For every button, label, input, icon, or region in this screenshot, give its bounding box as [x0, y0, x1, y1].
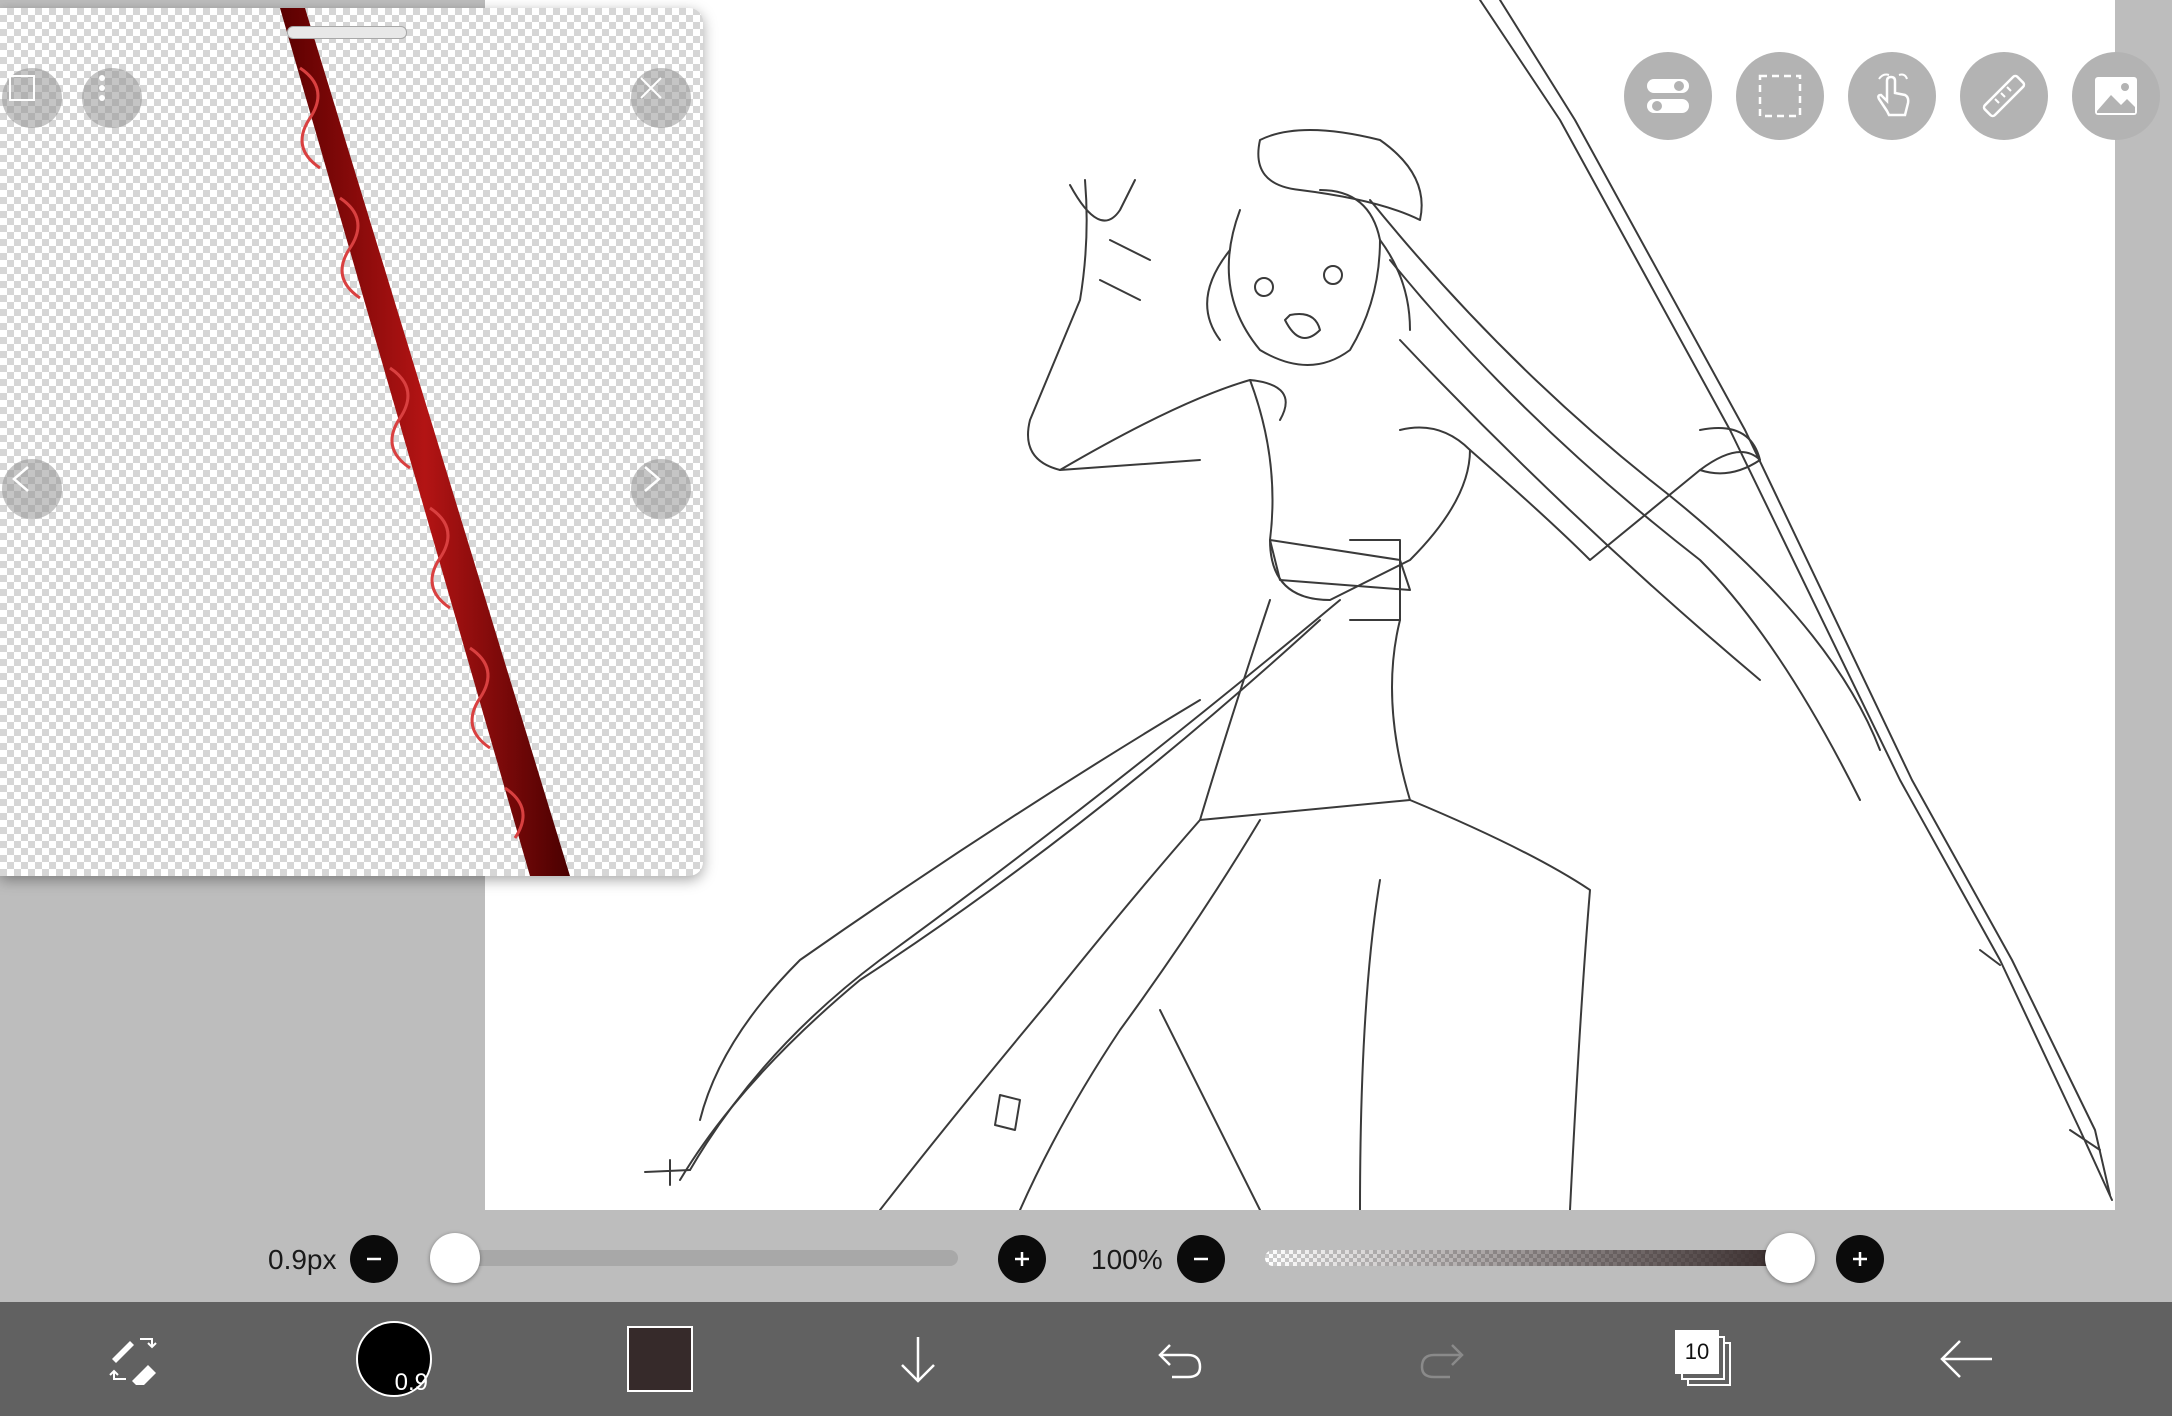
chevron-right-icon [644, 466, 661, 492]
more-options-button[interactable] [82, 68, 142, 128]
ruler-icon [1982, 74, 2026, 118]
brush-size-badge: 0.9 [394, 1369, 428, 1396]
next-image-button[interactable] [631, 459, 691, 519]
selection-button[interactable] [1736, 52, 1824, 140]
drawing-canvas[interactable] [485, 0, 2115, 1210]
redo-icon [1420, 1344, 1464, 1379]
opacity-decrease-button[interactable] [1177, 1235, 1225, 1283]
brush-size-increase-button[interactable] [998, 1235, 1046, 1283]
arrow-down-icon [901, 1337, 935, 1383]
more-vertical-icon [99, 75, 105, 101]
arrow-left-icon [1940, 1340, 1992, 1378]
toggle-icon [1647, 79, 1689, 113]
close-icon [640, 77, 662, 99]
chevron-left-icon [12, 466, 29, 492]
opacity-increase-button[interactable] [1836, 1235, 1884, 1283]
brush-preview-icon: 0.9 [356, 1321, 432, 1397]
material-button[interactable] [2072, 52, 2160, 140]
current-color-swatch [627, 1326, 693, 1392]
touch-button[interactable] [1848, 52, 1936, 140]
bottom-toolbar [0, 1302, 2172, 1416]
touch-icon [1877, 73, 1910, 117]
download-button[interactable] [878, 1302, 958, 1416]
close-window-button[interactable] [631, 68, 691, 128]
color-button[interactable] [620, 1302, 700, 1416]
brush-eraser-switch-button[interactable] [92, 1302, 172, 1416]
brush-size-button[interactable]: 0.9 [354, 1302, 434, 1416]
brush-size-knob[interactable] [430, 1233, 480, 1283]
opacity-slider[interactable] [1265, 1250, 1790, 1266]
minus-icon [1194, 1257, 1208, 1261]
ruler-button[interactable] [1960, 52, 2048, 140]
previous-image-button[interactable] [2, 459, 62, 519]
undo-icon [1158, 1344, 1202, 1379]
brush-size-value: 0.9px [268, 1244, 337, 1275]
plus-icon [1853, 1252, 1867, 1266]
brush-size-slider[interactable] [452, 1250, 958, 1266]
brush-size-decrease-button[interactable] [350, 1235, 398, 1283]
toggle-settings-button[interactable] [1624, 52, 1712, 140]
layers-button[interactable]: 10 [1664, 1302, 1744, 1416]
opacity-value: 100% [1091, 1244, 1163, 1275]
layers-icon: 10 [1675, 1330, 1733, 1388]
undo-button[interactable] [1140, 1302, 1220, 1416]
image-icon [2095, 77, 2137, 115]
selection-icon [1758, 74, 1802, 118]
sketch-artwork [644, 0, 2113, 1210]
brush-eraser-swap-icon [109, 1338, 157, 1385]
square-icon [9, 75, 35, 101]
redo-button[interactable] [1402, 1302, 1482, 1416]
reference-window[interactable] [0, 8, 703, 876]
window-mode-button[interactable] [2, 68, 62, 128]
layer-count: 10 [1684, 1339, 1710, 1364]
back-button[interactable] [1926, 1302, 2006, 1416]
minus-icon [367, 1257, 381, 1261]
window-drag-handle[interactable] [287, 26, 407, 39]
opacity-knob[interactable] [1765, 1233, 1815, 1283]
plus-icon [1015, 1252, 1029, 1266]
reference-image [280, 8, 570, 876]
